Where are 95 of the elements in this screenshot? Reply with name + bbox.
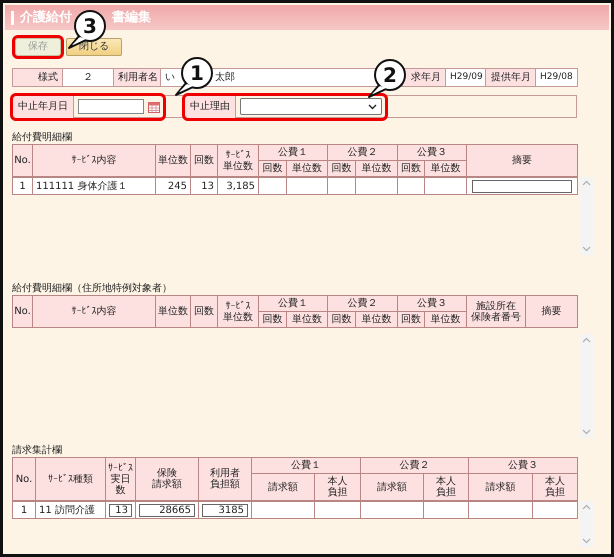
- column-header: 公費１: [290, 460, 322, 471]
- column-header: 回数: [400, 314, 422, 325]
- table-cell: 245: [156, 178, 190, 194]
- column-header: 請求額: [376, 482, 408, 492]
- field-label: 求年月: [402, 68, 446, 86]
- calendar-icon[interactable]: [148, 100, 160, 112]
- column-header: 回数: [262, 163, 284, 174]
- column-header: 回数: [330, 314, 352, 325]
- column-header: No.: [13, 155, 32, 166]
- column-header: 公費３: [507, 460, 539, 471]
- window-title: 介護給付: [20, 8, 72, 27]
- column-header: 回数: [193, 155, 215, 166]
- column-header: 利用者: [209, 468, 241, 479]
- input-field[interactable]: 28665: [139, 504, 195, 516]
- column-header: No.: [13, 306, 32, 317]
- field-value: H29/09: [446, 68, 486, 86]
- column-header: ｻｰﾋﾞｽ: [224, 150, 252, 160]
- input-field[interactable]: 3185: [202, 504, 248, 516]
- column-header: 公費１: [277, 298, 309, 309]
- column-header: 負担: [435, 487, 457, 498]
- table-cell: 11 訪問介護: [36, 502, 106, 518]
- column-header: 単位数: [222, 160, 254, 172]
- column-header: 単位数: [430, 163, 462, 174]
- column-header: 請求額: [267, 482, 299, 492]
- field-label: 様式: [12, 68, 62, 86]
- column-header: 回数: [262, 314, 284, 325]
- field-value: ２: [62, 68, 114, 86]
- column-header: 負担: [326, 487, 348, 498]
- field-label: 中止年月日: [13, 96, 74, 118]
- table-cell: 13: [190, 178, 218, 194]
- section-title: 請求集計欄: [12, 445, 63, 457]
- date-input[interactable]: [78, 99, 144, 114]
- column-header: ｻｰﾋﾞｽ: [107, 462, 134, 474]
- column-header: 摘要: [540, 306, 562, 317]
- chevron-down-icon[interactable]: [582, 246, 591, 252]
- column-header: 実日: [110, 474, 132, 484]
- field-label: 提供年月: [486, 68, 536, 86]
- column-header: 負担額: [209, 479, 241, 490]
- field-value: い: [165, 72, 175, 83]
- chevron-up-icon[interactable]: [582, 504, 591, 510]
- scrollbar[interactable]: [580, 177, 593, 255]
- field-label: 中止理由: [185, 96, 236, 118]
- column-header: 単位数: [360, 163, 392, 174]
- column-header: 単位数: [157, 155, 189, 166]
- field-value: H29/08: [536, 68, 578, 86]
- table-cell: 1: [12, 502, 36, 518]
- column-header: 本人: [326, 476, 348, 487]
- column-header: 負担: [544, 487, 566, 498]
- chevron-up-icon[interactable]: [582, 337, 591, 343]
- scrollbar[interactable]: [580, 501, 593, 547]
- input-field[interactable]: 13: [109, 504, 132, 516]
- scrollbar[interactable]: [580, 334, 593, 438]
- column-header: 請求額: [484, 482, 516, 492]
- chevron-down-icon[interactable]: [582, 429, 591, 435]
- column-header: 回数: [400, 163, 422, 174]
- column-header: 公費３: [416, 298, 448, 309]
- column-header: 回数: [193, 306, 215, 317]
- column-header: 公費３: [416, 147, 448, 158]
- chevron-down-icon: [368, 104, 377, 110]
- column-header: ｻｰﾋﾞｽ種類: [47, 474, 94, 484]
- column-header: 本人: [435, 476, 457, 487]
- column-header: 単位数: [157, 306, 189, 317]
- column-header: 回数: [330, 163, 352, 174]
- field-value: 太郎: [215, 72, 235, 83]
- input-field[interactable]: [472, 180, 572, 192]
- column-header: 本人: [544, 476, 566, 487]
- column-header: 単位数: [222, 312, 254, 322]
- column-header: ｻｰﾋﾞｽ: [224, 300, 252, 312]
- window-title: 書編集: [112, 8, 151, 27]
- column-header: 単位数: [430, 314, 462, 325]
- column-header: ｻｰﾋﾞｽ内容: [70, 155, 118, 166]
- column-header: 公費１: [277, 147, 309, 158]
- table-cell: 3,185: [218, 178, 258, 194]
- column-header: 保険者番号: [470, 312, 522, 322]
- title-mark-icon: [11, 10, 14, 24]
- section-title: 給付費明細欄: [12, 132, 73, 144]
- column-header: 公費２: [346, 147, 378, 158]
- field-label: 利用者名: [114, 68, 160, 86]
- chevron-up-icon[interactable]: [582, 180, 591, 186]
- column-header: 単位数: [360, 314, 392, 325]
- column-header: 単位数: [291, 163, 323, 174]
- table-cell: 111111 身体介護１: [32, 178, 156, 194]
- table-cell: 1: [12, 178, 32, 194]
- column-header: 施設所在: [475, 300, 517, 312]
- column-header: 請求額: [151, 479, 183, 490]
- section-title: 給付費明細欄（住所地特例対象者）: [12, 283, 173, 295]
- column-header: 公費２: [398, 460, 430, 471]
- column-header: 数: [114, 484, 126, 496]
- column-header: 公費２: [346, 298, 378, 309]
- column-header: 保険: [157, 468, 177, 479]
- column-header: 摘要: [511, 155, 533, 166]
- chevron-down-icon[interactable]: [582, 538, 591, 544]
- column-header: 単位数: [291, 314, 323, 325]
- column-header: ｻｰﾋﾞｽ内容: [70, 306, 118, 317]
- column-header: No.: [14, 474, 34, 484]
